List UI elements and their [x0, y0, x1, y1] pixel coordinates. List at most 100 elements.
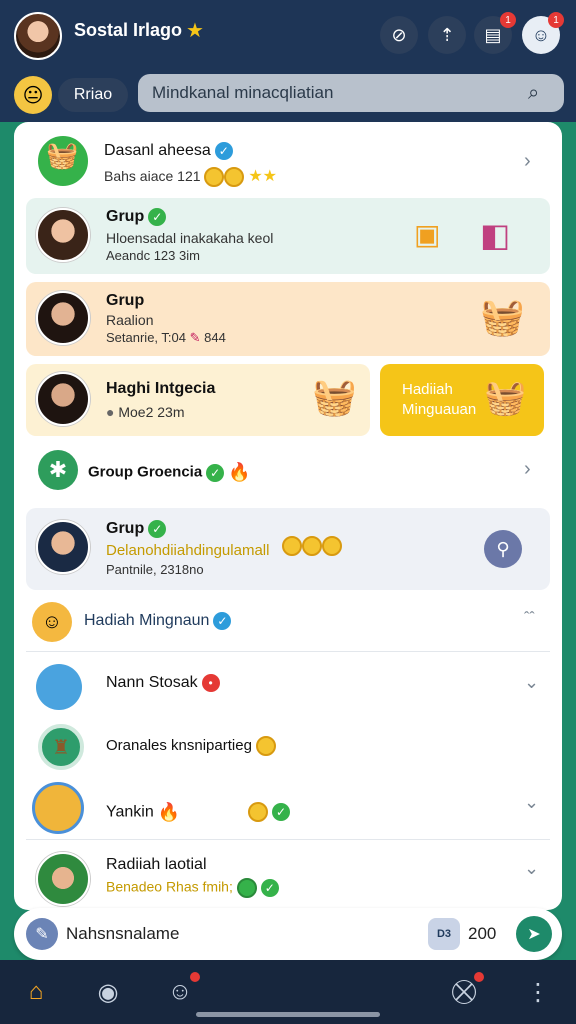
item-title: Nann Stosak	[106, 674, 198, 692]
verified-icon: ✓	[206, 463, 225, 482]
section-title: Hadiah Mingnaun	[84, 612, 210, 630]
verified-icon: ✓	[148, 520, 167, 538]
list-item[interactable]: ♜ Oranales knsnipartieg	[26, 718, 550, 776]
home-indicator	[196, 1012, 380, 1017]
gift-basket-icon: 🧺	[480, 296, 525, 337]
item-title: Yankin	[106, 803, 154, 821]
chevron-right-icon[interactable]: ›	[524, 458, 531, 481]
coin-icon	[256, 736, 277, 756]
avatar	[36, 372, 90, 426]
gift-collection-icon	[36, 664, 82, 710]
flame-icon: 🔥	[157, 802, 181, 822]
info-pin-icon[interactable]: ⚲	[484, 530, 522, 568]
more-icon[interactable]: ⋮	[520, 974, 556, 1010]
search-bar[interactable]: ⌕	[138, 74, 564, 112]
user-avatar[interactable]	[14, 12, 62, 60]
search-input[interactable]	[152, 83, 528, 103]
inbox-icon[interactable]: ▤ 1	[474, 12, 516, 54]
pencil-icon: ✎	[189, 330, 201, 345]
star-icon: ★	[186, 20, 204, 42]
item-subtitle: Raalion	[106, 312, 154, 328]
coin-icon	[248, 802, 268, 822]
gift-basket-icon: 🧺	[484, 379, 527, 417]
list-item[interactable]: Yankin 🔥 ✓ ⌄	[26, 778, 550, 840]
item-meta: Setanrie, T:04	[106, 330, 186, 345]
item-title: Grup	[106, 292, 145, 309]
gift-icon: 🧺	[46, 140, 79, 170]
avatar	[36, 520, 90, 574]
list-item[interactable]: Grup ✓ Hloensadal inakakaha keol Aeandc 1…	[26, 198, 550, 274]
weekly-reward-button[interactable]: Hadiiah Minguauan 🧺	[380, 364, 544, 436]
verified-icon: ✓	[272, 803, 290, 821]
notification-dot	[190, 972, 200, 982]
coin-icon	[236, 878, 257, 898]
avatar	[36, 291, 90, 345]
upload-icon[interactable]: ⇡	[428, 16, 466, 54]
trophy-icon: ♜	[38, 724, 84, 770]
item-meta: Pantnile, 2318no	[106, 562, 204, 577]
section-header[interactable]: ☺ Hadiah Mingnaun ✓ ˆˆ	[26, 594, 550, 652]
chat-list-panel: 🧺 Dasanl aheesa ✓ Bahs aiace 121 ★★ › Gru…	[14, 122, 562, 910]
item-title: Dasanl aheesa	[104, 142, 211, 160]
composer-count: 200	[468, 924, 497, 943]
item-title: Radiiah laotial	[106, 856, 207, 873]
collapse-icon[interactable]: ˆˆ	[524, 610, 535, 628]
list-item[interactable]: Nann Stosak • ⌄	[26, 658, 550, 716]
notification-badge: 1	[548, 12, 564, 28]
list-item[interactable]: 🧺 Dasanl aheesa ✓ Bahs aiace 121 ★★ ›	[26, 128, 550, 194]
smile-icon: ☺	[32, 602, 72, 642]
coin-icon	[204, 167, 225, 188]
chevron-down-icon[interactable]: ⌄	[524, 858, 539, 879]
send-icon[interactable]: ➤	[516, 916, 552, 952]
game-icon	[32, 782, 84, 834]
bot-face-icon[interactable]: ☺ 1	[522, 12, 564, 54]
profile-icon[interactable]: ◉	[90, 974, 126, 1010]
verified-icon: ✓	[213, 612, 232, 630]
item-subtitle: Hloensadal inakakaha keol	[106, 230, 274, 246]
verified-icon: ✓	[260, 879, 279, 897]
item-title: Grup	[106, 520, 145, 538]
avatar	[36, 852, 90, 906]
item-subtitle: Benadeo Rhas fmih;	[106, 878, 233, 895]
neutral-face-icon[interactable]: 😐	[14, 76, 52, 114]
item-title: Haghi Intgecia	[106, 380, 216, 397]
list-item[interactable]: ✱ Group Groencia ✓ 🔥 ›	[26, 440, 550, 504]
ticket-icon: ◧	[480, 217, 511, 253]
item-meta: Aeandc 123 3im	[106, 248, 200, 263]
item-meta-count: 844	[204, 330, 226, 345]
coin-stack-icon	[282, 536, 342, 556]
mute-icon[interactable]: ⊘	[380, 16, 418, 54]
verified-icon: ✓	[148, 208, 167, 226]
sticker-icon[interactable]: D3	[428, 918, 460, 950]
list-item[interactable]: Grup ✓ Delanohdiiahdingulamall Pantnile, …	[26, 508, 550, 590]
item-title: Grup	[106, 208, 145, 226]
item-title: Group Groencia	[88, 463, 203, 481]
avatar	[36, 208, 90, 262]
promo-line-1: Hadiiah	[402, 381, 453, 398]
alert-icon: •	[201, 674, 220, 692]
composer-bar: ✎ Nahsnsnalame D3 200 ➤	[14, 908, 562, 960]
chat-icon[interactable]: ☺	[162, 972, 200, 1010]
cart-icon[interactable]: ⛒	[446, 972, 484, 1010]
filter-pill[interactable]: Rriao	[58, 78, 128, 112]
gift-box-icon: ▣	[414, 219, 441, 250]
app-title: Sostal Irlago	[74, 20, 183, 40]
list-item[interactable]: Radiiah laotial Benadeo Rhas fmih; ✓ ⌄	[26, 846, 550, 906]
pencil-icon[interactable]: ✎	[26, 918, 58, 950]
notification-badge: 1	[500, 12, 516, 28]
coin-icon	[224, 167, 245, 188]
verified-icon: ✓	[214, 142, 233, 160]
home-icon[interactable]: ⌂	[18, 974, 54, 1010]
gift-basket-icon: 🧺	[312, 376, 357, 417]
chevron-right-icon[interactable]: ›	[524, 150, 531, 173]
list-item[interactable]: Haghi Intgecia ● Moe2 23m 🧺	[26, 364, 370, 436]
clock-icon: ●	[106, 404, 115, 420]
list-item[interactable]: Grup Raalion Setanrie, T:04 ✎ 844 🧺	[26, 282, 550, 356]
chevron-down-icon[interactable]: ⌄	[524, 672, 539, 693]
search-icon[interactable]: ⌕	[528, 82, 550, 104]
item-subtitle: Delanohdiiahdingulamall	[106, 542, 270, 559]
notification-dot	[474, 972, 484, 982]
chevron-down-icon[interactable]: ⌄	[524, 792, 539, 813]
item-meta: Moe2 23m	[118, 404, 185, 420]
composer-text[interactable]: Nahsnsnalame	[66, 924, 179, 944]
